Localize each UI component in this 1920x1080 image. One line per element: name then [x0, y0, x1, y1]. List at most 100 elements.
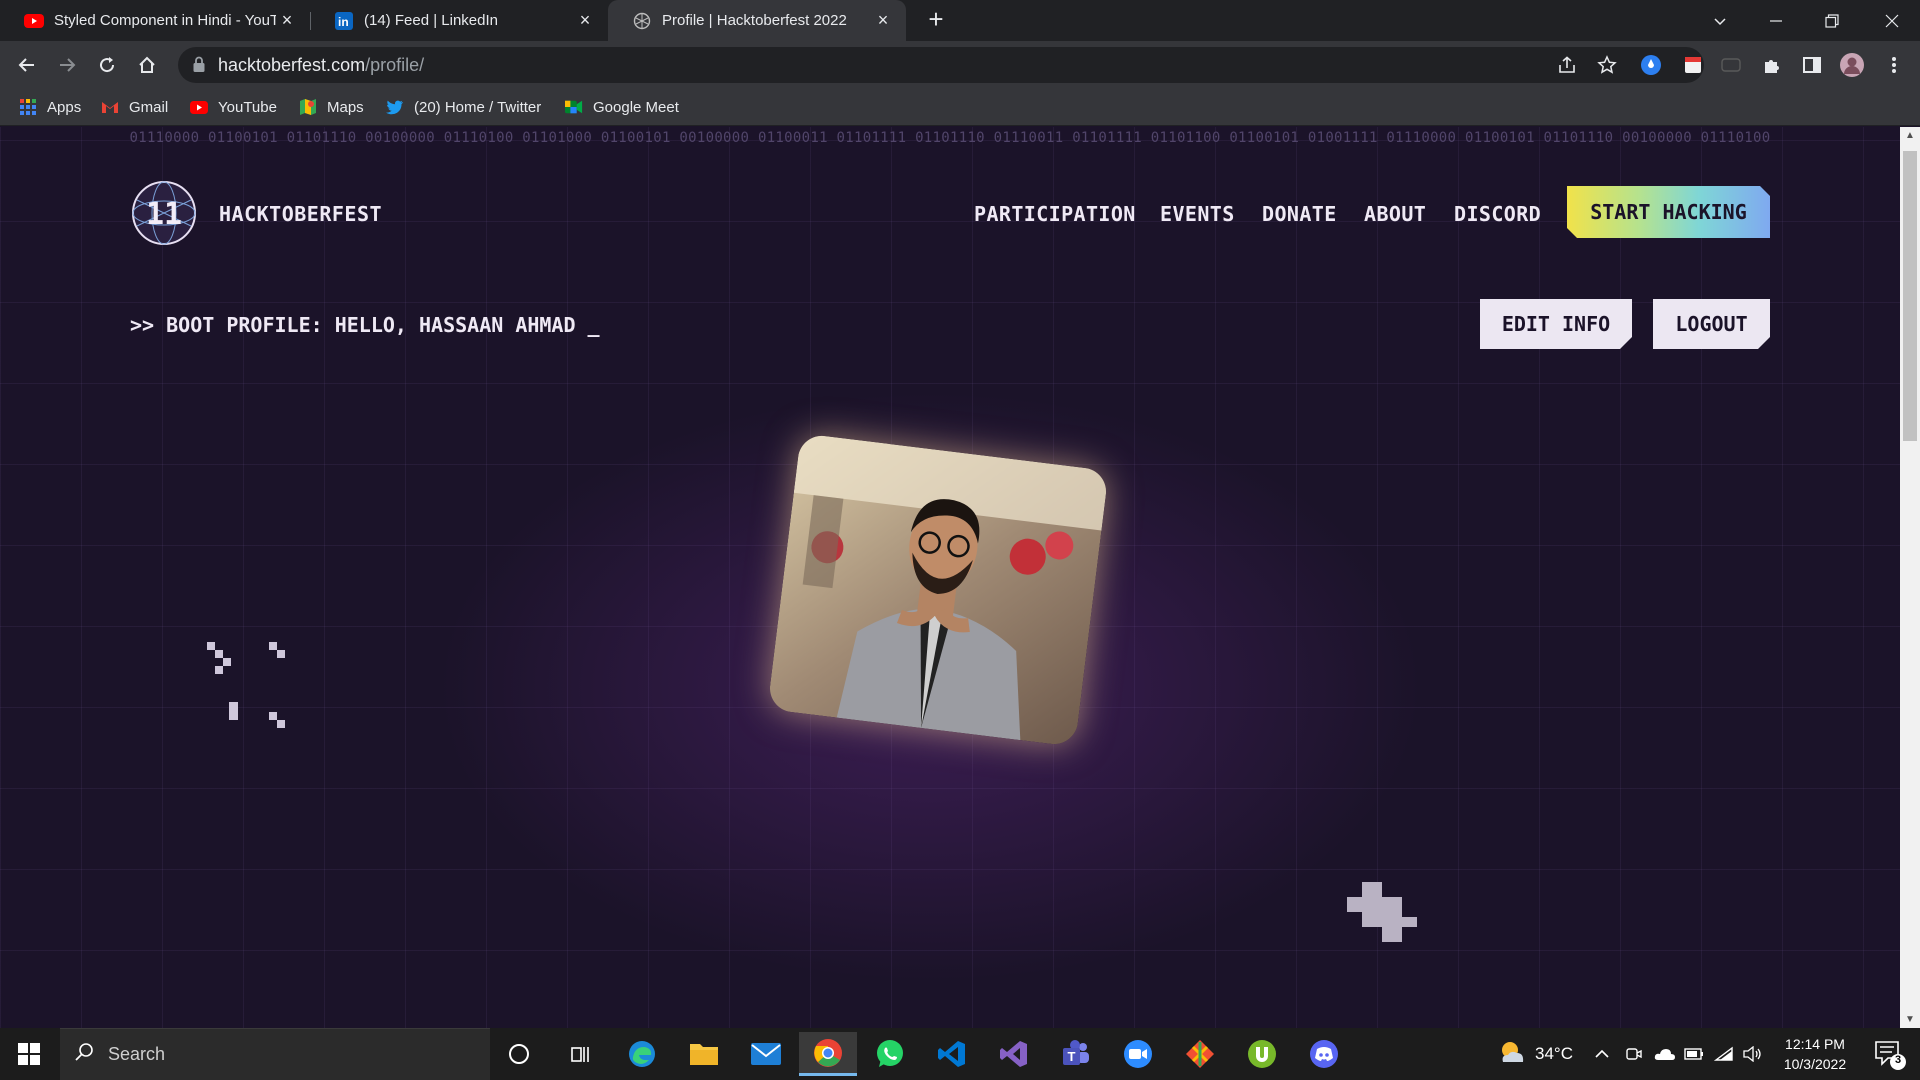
taskbar-search-box[interactable]: Search — [60, 1028, 490, 1080]
git-icon[interactable] — [1171, 1032, 1229, 1076]
tab-linkedin[interactable]: in (14) Feed | LinkedIn × — [310, 0, 608, 41]
apps-grid-icon — [19, 98, 37, 116]
brand-name[interactable]: HACKTOBERFEST — [219, 202, 382, 226]
bookmark-star-icon[interactable] — [1593, 51, 1621, 79]
gmail-icon — [101, 98, 119, 116]
close-window-icon[interactable] — [1864, 0, 1920, 41]
close-icon[interactable]: × — [276, 10, 298, 32]
youtube-icon — [190, 98, 208, 116]
lock-icon[interactable] — [192, 56, 206, 78]
nav-donate[interactable]: DONATE — [1262, 202, 1337, 226]
twitter-icon — [386, 98, 404, 116]
utorrent-icon[interactable] — [1233, 1032, 1291, 1076]
page-scrollbar[interactable]: ▲ ▼ — [1900, 127, 1920, 1028]
tab-title: Styled Component in Hindi - YouTube — [54, 12, 276, 29]
browser-toolbar: hacktoberfest.com/profile/ — [0, 41, 1920, 88]
weather-temperature: 34°C — [1535, 1044, 1573, 1063]
home-icon[interactable] — [131, 49, 163, 81]
search-label: Search — [108, 1044, 166, 1064]
nav-events[interactable]: EVENTS — [1160, 202, 1235, 226]
svg-text:in: in — [338, 15, 349, 29]
side-panel-icon[interactable] — [1798, 51, 1826, 79]
notification-center-icon[interactable]: 3 — [1868, 1036, 1908, 1072]
bookmark-label: Gmail — [129, 98, 169, 116]
clock-time: 12:14 PM — [1785, 1036, 1845, 1052]
system-clock[interactable]: 12:14 PM 10/3/2022 — [1765, 1034, 1865, 1074]
visual-studio-icon[interactable] — [985, 1032, 1043, 1076]
show-hidden-icons-icon[interactable] — [1594, 1028, 1610, 1080]
url-text: hacktoberfest.com/profile/ — [218, 55, 424, 76]
teams-icon[interactable]: T — [1047, 1032, 1105, 1076]
nav-about[interactable]: ABOUT — [1364, 202, 1426, 226]
pixel-dots-decoration-icon — [207, 642, 285, 728]
meet-now-icon[interactable] — [1625, 1028, 1643, 1080]
tab-search-icon[interactable] — [1692, 0, 1748, 41]
mail-icon[interactable] — [737, 1032, 795, 1076]
scroll-down-icon[interactable]: ▼ — [1900, 1011, 1920, 1028]
browser-tab-strip: Styled Component in Hindi - YouTube × in… — [0, 0, 1920, 41]
weather-widget[interactable]: 34°C — [1497, 1028, 1573, 1080]
tab-hacktoberfest[interactable]: Profile | Hacktoberfest 2022 × — [608, 0, 906, 41]
wifi-icon[interactable] — [1714, 1028, 1734, 1080]
hacktoberfest-profile-page: 01110000 01100101 01101110 00100000 0111… — [0, 127, 1900, 1028]
bookmark-label: Apps — [47, 98, 82, 116]
extensions-puzzle-icon[interactable] — [1758, 51, 1786, 79]
discord-icon[interactable] — [1295, 1032, 1353, 1076]
tab-youtube[interactable]: Styled Component in Hindi - YouTube × — [0, 0, 310, 41]
volume-icon[interactable] — [1742, 1028, 1762, 1080]
search-icon — [74, 1042, 94, 1067]
scroll-up-icon[interactable]: ▲ — [1900, 127, 1920, 144]
bookmark-label: YouTube — [218, 98, 277, 116]
bookmark-twitter[interactable]: (20) Home / Twitter — [386, 96, 541, 118]
url-domain: hacktoberfest.com — [218, 55, 366, 75]
zoom-icon[interactable] — [1109, 1032, 1167, 1076]
share-icon[interactable] — [1553, 51, 1581, 79]
hacktoberfest-icon — [632, 11, 652, 31]
maps-icon — [299, 98, 317, 116]
start-hacking-button[interactable]: START HACKING — [1567, 186, 1770, 238]
youtube-icon — [24, 11, 44, 31]
chrome-menu-icon[interactable] — [1880, 51, 1908, 79]
address-bar[interactable]: hacktoberfest.com/profile/ — [178, 47, 1704, 83]
bookmark-google-meet[interactable]: Google Meet — [565, 96, 679, 118]
clock-date: 10/3/2022 — [1783, 1056, 1847, 1072]
task-view-icon[interactable] — [551, 1032, 609, 1076]
new-tab-button[interactable]: + — [922, 6, 950, 34]
restore-icon[interactable] — [1804, 0, 1860, 41]
file-explorer-icon[interactable] — [675, 1032, 733, 1076]
onedrive-cloud-icon[interactable] — [1654, 1028, 1676, 1080]
bookmark-gmail[interactable]: Gmail — [101, 96, 168, 118]
hacktoberfest-logo-icon[interactable]: 11 — [131, 180, 197, 246]
svg-text:11: 11 — [146, 197, 182, 232]
reload-icon[interactable] — [91, 49, 123, 81]
bookmark-label: Maps — [327, 98, 364, 116]
battery-icon[interactable] — [1684, 1028, 1704, 1080]
profile-avatar-image — [767, 433, 1109, 747]
nav-discord[interactable]: DISCORD — [1454, 202, 1541, 226]
extension-doc-icon[interactable] — [1679, 51, 1707, 79]
bookmark-label: Google Meet — [593, 98, 679, 116]
forward-arrow-icon[interactable] — [51, 49, 83, 81]
whatsapp-icon[interactable] — [861, 1032, 919, 1076]
cortana-icon[interactable] — [490, 1032, 548, 1076]
close-icon[interactable]: × — [872, 10, 894, 32]
minimize-icon[interactable] — [1748, 0, 1804, 41]
edge-icon[interactable] — [613, 1032, 671, 1076]
scroll-thumb[interactable] — [1903, 151, 1917, 441]
windows-start-icon[interactable] — [0, 1028, 58, 1080]
bookmark-apps[interactable]: Apps — [19, 96, 81, 118]
bookmark-maps[interactable]: Maps — [299, 96, 364, 118]
profile-photo — [767, 433, 1109, 747]
binary-strip: 01110000 01100101 01101110 00100000 0111… — [129, 130, 1771, 146]
edit-info-button[interactable]: EDIT INFO — [1480, 299, 1632, 349]
extension-drop-icon[interactable] — [1637, 51, 1665, 79]
extension-dim-icon[interactable] — [1717, 51, 1745, 79]
vscode-icon[interactable] — [923, 1032, 981, 1076]
logout-button[interactable]: LOGOUT — [1653, 299, 1770, 349]
bookmark-youtube[interactable]: YouTube — [190, 96, 277, 118]
close-icon[interactable]: × — [574, 10, 596, 32]
back-arrow-icon[interactable] — [11, 49, 43, 81]
chrome-icon[interactable] — [799, 1032, 857, 1076]
profile-avatar[interactable] — [1838, 51, 1866, 79]
nav-participation[interactable]: PARTICIPATION — [974, 202, 1136, 226]
